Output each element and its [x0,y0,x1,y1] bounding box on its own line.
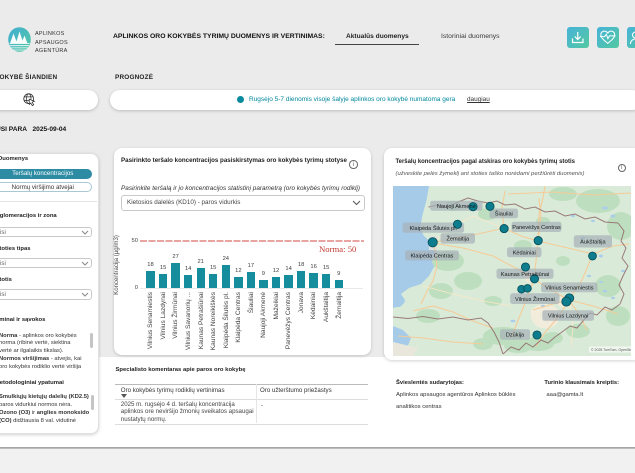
svg-text:Vilnius Senamiestis: Vilnius Senamiestis [545,286,594,292]
svg-text:Aukštaitija: Aukštaitija [580,240,606,246]
svg-text:Šiauliai: Šiauliai [494,211,512,218]
svg-text:© 2025 TomTom, OpenStreetMap: © 2025 TomTom, OpenStreetMap [591,348,632,352]
svg-text:Klaipėda Centras: Klaipėda Centras [410,254,453,260]
svg-text:Klaipėda Šilutės pl.: Klaipėda Šilutės pl. [409,225,457,232]
svg-text:Naujoji Akmenė: Naujoji Akmenė [436,204,475,210]
svg-text:Dzūkija: Dzūkija [505,333,524,339]
svg-text:Panevėžys Centras: Panevėžys Centras [512,225,561,231]
svg-text:Žemaitija: Žemaitija [446,235,470,243]
svg-text:Vilnius Žirmūnai: Vilnius Žirmūnai [515,295,555,303]
svg-text:Kėdainiai: Kėdainiai [512,250,535,256]
svg-text:Kaunas Petrašiūnai: Kaunas Petrašiūnai [500,272,549,278]
svg-text:Vilnius Lazdynai: Vilnius Lazdynai [547,314,587,320]
